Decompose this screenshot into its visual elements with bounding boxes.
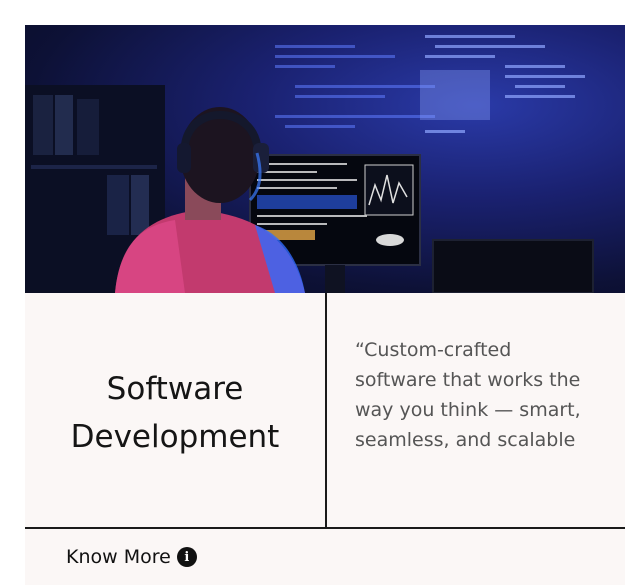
developer-at-monitors-illustration	[25, 35, 594, 293]
service-title-line: Software	[106, 371, 244, 407]
quote-line: “Custom-crafted	[355, 339, 512, 361]
hero-image	[25, 25, 625, 293]
content-panel: Software Development “Custom-crafted sof…	[25, 293, 625, 527]
service-title: Software Development	[25, 365, 325, 461]
quote-line: software that works the	[355, 369, 581, 391]
horizontal-divider	[25, 527, 625, 529]
know-more-link[interactable]: Know More i	[66, 543, 197, 571]
service-card: Software Development “Custom-crafted sof…	[25, 25, 625, 585]
quote-line: way you think — smart,	[355, 399, 581, 421]
quote-line: seamless, and scalable	[355, 429, 576, 451]
service-title-line: Development	[70, 419, 280, 455]
know-more-label: Know More	[66, 546, 171, 568]
service-quote: “Custom-crafted software that works the …	[355, 335, 605, 455]
info-icon: i	[176, 547, 197, 567]
vertical-divider	[325, 293, 327, 527]
